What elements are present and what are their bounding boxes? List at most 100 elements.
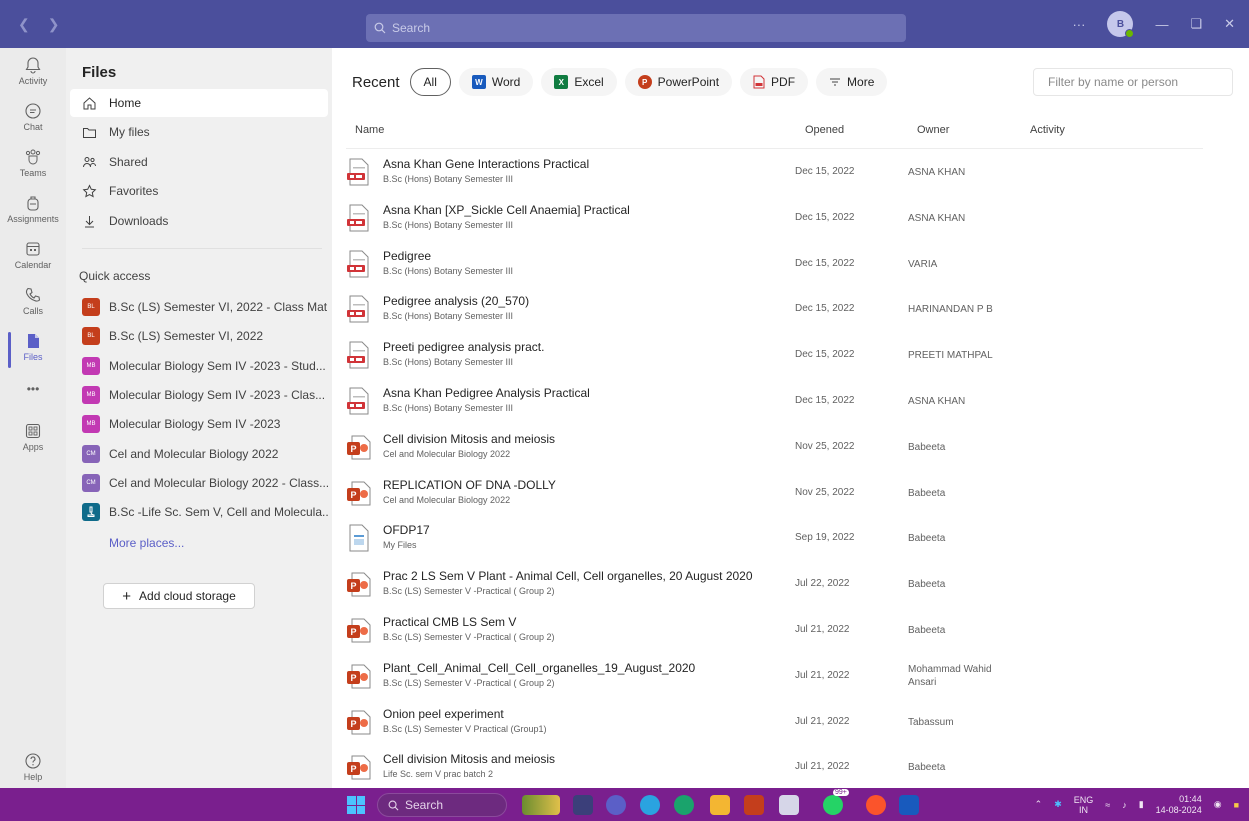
more-places-link[interactable]: More places... — [109, 536, 184, 550]
file-name[interactable]: Asna Khan [XP_Sickle Cell Anaemia] Pract… — [383, 203, 630, 217]
rail-item-calendar[interactable]: Calendar — [0, 240, 66, 270]
file-row[interactable]: P Cell division Mitosis and meiosis Life S… — [346, 745, 1203, 791]
telegram-icon[interactable] — [640, 795, 660, 815]
file-name[interactable]: OFDP17 — [383, 523, 430, 537]
rail-item-activity[interactable]: Activity — [0, 56, 66, 86]
add-cloud-storage-button[interactable]: + Add cloud storage — [103, 583, 255, 609]
filter-chip-more[interactable]: More — [816, 68, 888, 96]
teams-app-icon[interactable] — [606, 795, 626, 815]
global-search-input[interactable]: Search — [366, 14, 906, 42]
file-row[interactable]: OFDP17 My Files Sep 19, 2022 Babeeta — [346, 516, 1203, 562]
file-name[interactable]: Plant_Cell_Animal_Cell_Cell_organelles_1… — [383, 661, 695, 675]
quick-access-item[interactable]: MB Molecular Biology Sem IV -2023 - Clas… — [82, 384, 328, 406]
quick-access-label: B.Sc -Life Sc. Sem V, Cell and Molecula.… — [109, 505, 328, 519]
rail-item-chat[interactable]: Chat — [0, 102, 66, 132]
file-name[interactable]: Asna Khan Gene Interactions Practical — [383, 157, 589, 171]
file-row[interactable]: P Prac 2 LS Sem V Plant - Animal Cell, Ce… — [346, 562, 1203, 608]
file-row[interactable]: Asna Khan [XP_Sickle Cell Anaemia] Pract… — [346, 196, 1203, 242]
quick-access-item[interactable]: MB Molecular Biology Sem IV -2023 - Stud… — [82, 355, 328, 377]
wifi-icon[interactable]: ≈ — [1105, 800, 1110, 810]
file-row[interactable]: Pedigree analysis (20_570) B.Sc (Hons) Bo… — [346, 287, 1203, 333]
file-row[interactable]: Asna Khan Pedigree Analysis Practical B.S… — [346, 379, 1203, 425]
bluetooth-icon[interactable]: ✱ — [1054, 799, 1062, 810]
maximize-icon[interactable]: ❏ — [1190, 16, 1202, 32]
rail-item-help[interactable]: Help — [0, 752, 66, 782]
file-name[interactable]: Practical CMB LS Sem V — [383, 615, 516, 629]
nav-item-shared[interactable]: Shared — [70, 148, 328, 176]
quick-access-item[interactable]: BL B.Sc (LS) Semester VI, 2022 — [82, 325, 328, 347]
form-file-icon — [346, 387, 372, 415]
file-row[interactable]: P Cell division Mitosis and meiosis Cel an… — [346, 425, 1203, 471]
language-indicator[interactable]: ENG IN — [1074, 795, 1094, 815]
file-name[interactable]: Onion peel experiment — [383, 707, 504, 721]
column-header-owner[interactable]: Owner — [917, 124, 949, 136]
snipping-tool-icon[interactable] — [779, 795, 799, 815]
copilot-icon[interactable]: ■ — [1234, 800, 1239, 810]
forward-arrow-icon[interactable]: ❯ — [48, 16, 60, 33]
column-header-opened[interactable]: Opened — [805, 124, 844, 136]
filter-chip-powerpoint[interactable]: P PowerPoint — [624, 68, 733, 96]
quick-access-item[interactable]: MB Molecular Biology Sem IV -2023 — [82, 413, 328, 435]
file-explorer-icon[interactable] — [710, 795, 730, 815]
widgets-icon[interactable] — [522, 795, 560, 815]
file-name[interactable]: REPLICATION OF DNA -DOLLY — [383, 478, 556, 492]
notification-icon[interactable]: ◉ — [1214, 799, 1222, 810]
close-icon[interactable]: ✕ — [1224, 16, 1235, 32]
brave-icon[interactable] — [866, 795, 886, 815]
back-arrow-icon[interactable]: ❮ — [18, 16, 30, 33]
quick-access-item[interactable]: B.Sc -Life Sc. Sem V, Cell and Molecula.… — [82, 501, 328, 523]
file-name[interactable]: Pedigree analysis (20_570) — [383, 294, 529, 308]
file-name[interactable]: Preeti pedigree analysis pract. — [383, 340, 544, 354]
more-options-icon[interactable]: ··· — [1072, 17, 1085, 32]
edge-icon[interactable] — [674, 795, 694, 815]
nav-item-favorites[interactable]: Favorites — [70, 177, 328, 205]
file-name[interactable]: Prac 2 LS Sem V Plant - Animal Cell, Cel… — [383, 569, 753, 583]
file-name[interactable]: Asna Khan Pedigree Analysis Practical — [383, 386, 590, 400]
file-name[interactable]: Pedigree — [383, 249, 431, 263]
quick-access-item[interactable]: CM Cel and Molecular Biology 2022 — [82, 443, 328, 465]
windows-start-icon[interactable] — [347, 796, 365, 814]
nav-item-home[interactable]: Home — [70, 89, 328, 117]
filter-chip-word[interactable]: W Word — [458, 68, 534, 96]
rail-more-apps-button[interactable]: ••• — [0, 382, 66, 396]
avatar[interactable]: B — [1107, 11, 1135, 38]
file-name[interactable]: Cell division Mitosis and meiosis — [383, 752, 555, 766]
file-row[interactable]: Pedigree B.Sc (Hons) Botany Semester III D… — [346, 242, 1203, 288]
filter-chip-excel[interactable]: X Excel — [541, 68, 617, 96]
column-header-activity[interactable]: Activity — [1030, 124, 1065, 136]
rail-item-files[interactable]: Files — [0, 332, 66, 368]
nav-item-downloads[interactable]: Downloads — [70, 207, 328, 235]
filter-chip-all[interactable]: All — [409, 68, 451, 96]
rail-item-apps[interactable]: Apps — [0, 422, 66, 452]
svg-text:P: P — [350, 764, 356, 774]
recent-title: Recent — [352, 73, 400, 91]
taskbar-search[interactable]: Search — [377, 793, 507, 817]
column-header-name[interactable]: Name — [355, 124, 384, 136]
file-row[interactable]: P REPLICATION OF DNA -DOLLY Cel and Molecu… — [346, 471, 1203, 517]
file-row[interactable]: Asna Khan Gene Interactions Practical B.S… — [346, 150, 1203, 196]
filter-chip-pdf[interactable]: PDF — [740, 68, 809, 96]
battery-icon[interactable]: ▮ — [1139, 799, 1144, 810]
quick-access-item[interactable]: CM Cel and Molecular Biology 2022 - Clas… — [82, 472, 328, 494]
powerpoint-app-icon[interactable] — [744, 795, 764, 815]
filter-by-name-input[interactable] — [1033, 68, 1233, 96]
file-name[interactable]: Cell division Mitosis and meiosis — [383, 432, 555, 446]
volume-icon[interactable]: ♪ — [1122, 800, 1127, 810]
quick-access-item[interactable]: BL B.Sc (LS) Semester VI, 2022 - Class M… — [82, 296, 328, 318]
nav-item-my-files[interactable]: My files — [70, 118, 328, 146]
minimize-icon[interactable]: — — [1155, 17, 1168, 32]
file-row[interactable]: P Practical CMB LS Sem V B.Sc (LS) Semeste… — [346, 608, 1203, 654]
task-view-icon[interactable] — [573, 795, 593, 815]
chevron-up-icon[interactable]: ⌃ — [1035, 799, 1043, 810]
rail-item-assignments[interactable]: Assignments — [0, 194, 66, 224]
word-app-icon[interactable] — [899, 795, 919, 815]
rail-item-calls[interactable]: Calls — [0, 286, 66, 316]
file-row[interactable]: P Onion peel experiment B.Sc (LS) Semester… — [346, 700, 1203, 746]
clock[interactable]: 01:44 14-08-2024 — [1156, 794, 1202, 816]
whatsapp-icon[interactable]: 99+ — [823, 789, 849, 815]
file-row[interactable]: Preeti pedigree analysis pract. B.Sc (Hon… — [346, 333, 1203, 379]
quick-access-label: Molecular Biology Sem IV -2023 - Clas... — [109, 388, 326, 402]
file-row[interactable]: P Plant_Cell_Animal_Cell_Cell_organelles_… — [346, 654, 1203, 700]
rail-item-teams[interactable]: Teams — [0, 148, 66, 178]
file-opened-date: Dec 15, 2022 — [795, 395, 855, 406]
